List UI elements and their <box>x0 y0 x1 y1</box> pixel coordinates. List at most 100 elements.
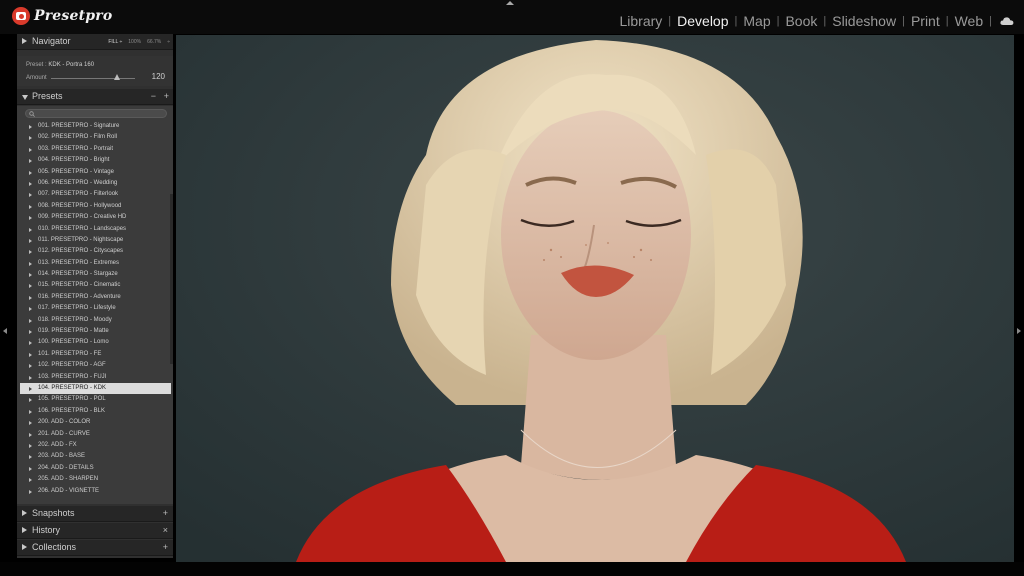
chevron-right-icon <box>29 193 32 198</box>
zoom-100[interactable]: 100% <box>128 39 141 45</box>
preset-filter[interactable] <box>25 109 167 118</box>
module-print[interactable]: Print <box>911 12 940 30</box>
preset-item[interactable]: 205. ADD - SHARPEN <box>20 474 171 485</box>
preset-item[interactable]: 001. PRESETPRO - Signature <box>20 121 171 132</box>
presets-header[interactable]: Presets − + <box>17 89 173 105</box>
preset-item[interactable]: 014. PRESETPRO - Stargaze <box>20 269 171 280</box>
preset-item-label: 011. PRESETPRO - Nightscape <box>38 236 124 243</box>
preset-item[interactable]: 106. PRESETPRO - BLK <box>20 406 171 417</box>
chevron-right-icon <box>29 181 32 186</box>
preset-item-label: 206. ADD - VIGNETTE <box>38 487 100 494</box>
expand-icon <box>22 544 27 550</box>
preset-item-label: 106. PRESETPRO - BLK <box>38 407 106 414</box>
navigator-zoom-options: FILL ÷ 100% 66.7% ÷ <box>108 39 170 45</box>
preset-item[interactable]: 011. PRESETPRO - Nightscape <box>20 235 171 246</box>
collapse-left-panel-icon[interactable] <box>3 328 7 334</box>
amount-value[interactable]: 120 <box>152 72 165 81</box>
preset-item-label: 104. PRESETPRO - KDK <box>38 384 107 391</box>
preset-item[interactable]: 102. PRESETPRO - AGF <box>20 360 171 371</box>
preset-item[interactable]: 204. ADD - DETAILS <box>20 463 171 474</box>
preset-item[interactable]: 005. PRESETPRO - Vintage <box>20 167 171 178</box>
preset-item-label: 002. PRESETPRO - Film Roll <box>38 134 118 141</box>
bottom-strip <box>0 562 1024 576</box>
history-header[interactable]: History × <box>17 523 173 539</box>
preset-item[interactable]: 101. PRESETPRO - FE <box>20 349 171 360</box>
preset-item[interactable]: 012. PRESETPRO - Cityscapes <box>20 246 171 257</box>
preset-item[interactable]: 010. PRESETPRO - Landscapes <box>20 224 171 235</box>
preset-item[interactable]: 004. PRESETPRO - Bright <box>20 155 171 166</box>
preset-item[interactable]: 013. PRESETPRO - Extremes <box>20 258 171 269</box>
zoom-66[interactable]: 66.7% <box>147 39 161 45</box>
scrollbar[interactable] <box>170 194 173 364</box>
preset-item[interactable]: 104. PRESETPRO - KDK <box>20 382 171 395</box>
chevron-right-icon <box>29 455 32 460</box>
amount-slider-track[interactable] <box>51 78 135 79</box>
collapse-top-panel-icon[interactable] <box>506 1 514 5</box>
preset-item-label: 105. PRESETPRO - POL <box>38 396 106 403</box>
module-separator: | <box>823 15 827 27</box>
collections-header[interactable]: Collections + <box>17 540 173 556</box>
preset-item[interactable]: 202. ADD - FX <box>20 440 171 451</box>
preset-item[interactable]: 105. PRESETPRO - POL <box>20 394 171 405</box>
amount-slider-thumb[interactable] <box>114 74 121 80</box>
add-snapshot-button[interactable]: + <box>163 508 168 518</box>
preset-item[interactable]: 006. PRESETPRO - Wedding <box>20 178 171 189</box>
preset-item[interactable]: 019. PRESETPRO - Matte <box>20 326 171 337</box>
add-collection-button[interactable]: + <box>163 542 168 552</box>
cloud-sync-icon[interactable] <box>1000 16 1014 26</box>
preset-item-label: 008. PRESETPRO - Hollywood <box>38 202 122 209</box>
preset-item[interactable]: 206. ADD - VIGNETTE <box>20 486 171 497</box>
module-slideshow[interactable]: Slideshow <box>832 12 896 30</box>
preset-item[interactable]: 009. PRESETPRO - Creative HD <box>20 212 171 223</box>
chevron-right-icon <box>29 330 32 335</box>
module-library[interactable]: Library <box>619 12 662 30</box>
preset-item[interactable]: 016. PRESETPRO - Adventure <box>20 292 171 303</box>
chevron-right-icon <box>29 273 32 278</box>
preset-item[interactable]: 003. PRESETPRO - Portrait <box>20 144 171 155</box>
preset-item[interactable]: 100. PRESETPRO - Lomo <box>20 337 171 348</box>
add-preset-button[interactable]: + <box>164 91 169 101</box>
preset-item[interactable]: 017. PRESETPRO - Lifestyle <box>20 303 171 314</box>
expand-icon <box>22 510 27 516</box>
preset-item-label: 004. PRESETPRO - Bright <box>38 157 110 164</box>
preset-item[interactable]: 015. PRESETPRO - Cinematic <box>20 280 171 291</box>
preset-filter-input[interactable] <box>39 110 159 118</box>
clear-history-button[interactable]: × <box>163 525 168 535</box>
navigator-header[interactable]: Navigator FILL ÷ 100% 66.7% ÷ <box>17 34 173 50</box>
module-develop[interactable]: Develop <box>677 12 728 30</box>
preset-label: Preset : <box>26 62 47 68</box>
preset-item-label: 003. PRESETPRO - Portrait <box>38 145 114 152</box>
preset-item-label: 101. PRESETPRO - FE <box>38 350 102 357</box>
module-book[interactable]: Book <box>785 12 817 30</box>
chevron-right-icon <box>29 352 32 357</box>
snapshots-header[interactable]: Snapshots + <box>17 506 173 522</box>
collections-title: Collections <box>32 542 77 552</box>
module-map[interactable]: Map <box>743 12 770 30</box>
zoom-fill[interactable]: FILL ÷ <box>108 39 122 45</box>
preset-item[interactable]: 008. PRESETPRO - Hollywood <box>20 201 171 212</box>
preset-item-label: 001. PRESETPRO - Signature <box>38 123 120 129</box>
photo-canvas[interactable] <box>176 35 1014 562</box>
chevron-right-icon <box>29 295 32 300</box>
expand-icon <box>22 38 27 44</box>
module-separator: | <box>989 15 992 27</box>
preset-item-label: 012. PRESETPRO - Cityscapes <box>38 248 124 255</box>
preset-item-label: 018. PRESETPRO - Moody <box>38 316 112 323</box>
preset-item[interactable]: 203. ADD - BASE <box>20 451 171 462</box>
preset-item-label: 014. PRESETPRO - Stargaze <box>38 271 118 278</box>
zoom-more[interactable]: ÷ <box>167 39 170 45</box>
snapshots-title: Snapshots <box>32 508 75 518</box>
preset-item[interactable]: 002. PRESETPRO - Film Roll <box>20 132 171 143</box>
preset-item-label: 013. PRESETPRO - Extremes <box>38 259 120 266</box>
remove-preset-button[interactable]: − <box>151 91 156 101</box>
preset-item[interactable]: 103. PRESETPRO - FUJI <box>20 372 171 383</box>
preset-item[interactable]: 007. PRESETPRO - Filterlook <box>20 189 171 200</box>
preset-item[interactable]: 201. ADD - CURVE <box>20 429 171 440</box>
chevron-right-icon <box>29 489 32 494</box>
preset-item[interactable]: 018. PRESETPRO - Moody <box>20 315 171 326</box>
collapse-right-panel-icon[interactable] <box>1017 328 1021 334</box>
module-web[interactable]: Web <box>955 12 984 30</box>
chevron-right-icon <box>29 443 32 448</box>
chevron-right-icon <box>29 284 32 289</box>
preset-item[interactable]: 200. ADD - COLOR <box>20 417 171 428</box>
